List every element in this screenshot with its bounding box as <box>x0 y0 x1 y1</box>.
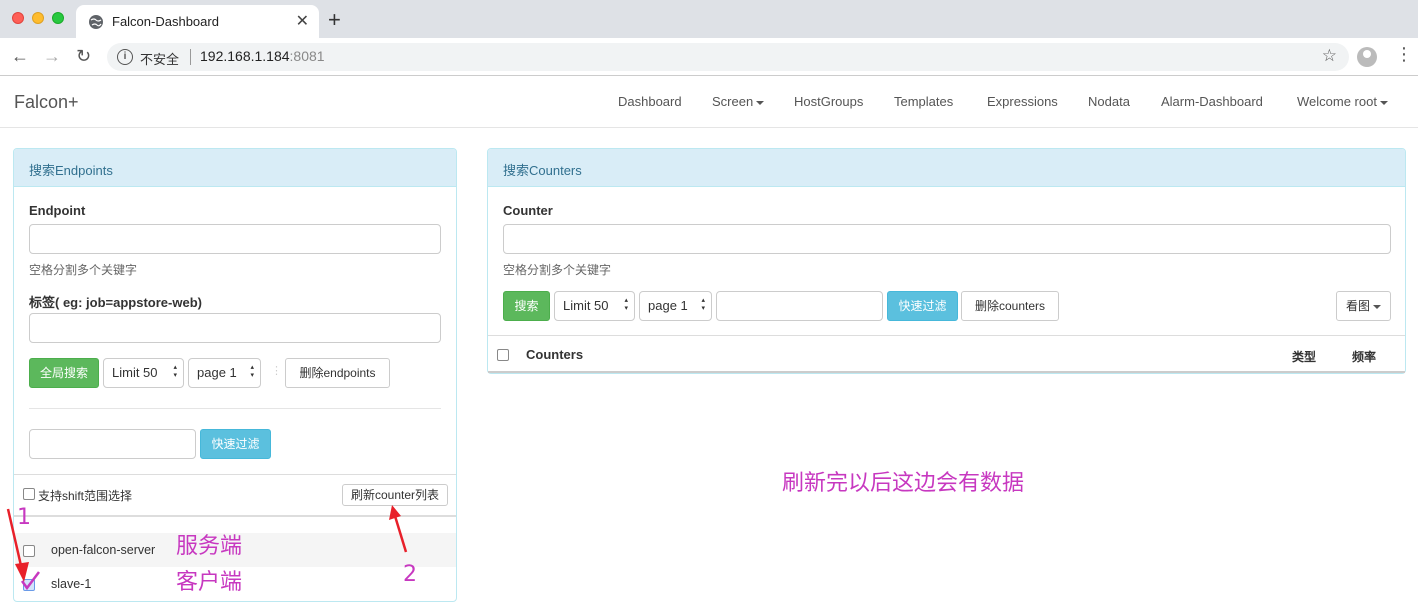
close-icon[interactable]: ✕ <box>296 11 309 31</box>
nav-expressions[interactable]: Expressions <box>987 94 1058 109</box>
counters-panel-title: 搜索Counters <box>488 149 1405 187</box>
app-navbar: Falcon+ Dashboard Screen HostGroups Temp… <box>0 77 1418 128</box>
endpoint-page-select[interactable]: page 1 <box>188 358 261 388</box>
url-text[interactable]: 192.168.1.184:8081 <box>200 48 325 64</box>
endpoint-limit-select[interactable]: Limit 50 <box>103 358 184 388</box>
search-all-button[interactable]: 全局搜索 <box>29 358 99 388</box>
address-bar-row: ← → ↻ i 不安全 192.168.1.184:8081 ☆ <box>0 38 1418 76</box>
url-port: :8081 <box>289 48 325 64</box>
annotation-marker-1: 1 <box>17 505 31 530</box>
browser-tab-bar: Falcon-Dashboard ✕ + <box>0 0 1418 38</box>
profile-avatar-icon[interactable] <box>1357 47 1377 67</box>
globe-icon <box>89 15 103 29</box>
kebab-menu-icon[interactable]: ⋮ <box>1395 44 1413 65</box>
window-minimize-button[interactable] <box>32 12 44 24</box>
endpoint-help-text: 空格分割多个关键字 <box>29 263 138 277</box>
nav-dashboard[interactable]: Dashboard <box>618 94 682 109</box>
omnibox-divider <box>190 49 191 65</box>
view-chart-label: 看图 <box>1345 299 1370 313</box>
divider <box>14 474 456 475</box>
refresh-counter-list-button[interactable]: 刷新counter列表 <box>342 484 448 506</box>
counter-limit-select[interactable]: Limit 50 <box>554 291 635 321</box>
window-close-button[interactable] <box>12 12 24 24</box>
endpoint-name: open-falcon-server <box>51 543 156 557</box>
nav-user-label: Welcome root <box>1297 94 1377 109</box>
delete-counters-button[interactable]: 删除counters <box>961 291 1059 321</box>
info-icon[interactable]: i <box>117 49 133 65</box>
endpoint-filter-input[interactable] <box>29 429 196 459</box>
endpoint-checkbox[interactable] <box>23 579 35 591</box>
star-icon[interactable]: ☆ <box>1322 46 1337 66</box>
url-host: 192.168.1.184 <box>200 48 290 64</box>
endpoint-quick-filter-button[interactable]: 快速过滤 <box>200 429 271 459</box>
browser-tab[interactable]: Falcon-Dashboard ✕ <box>76 5 319 38</box>
counter-quick-filter-button[interactable]: 快速过滤 <box>887 291 958 321</box>
endpoint-checkbox[interactable] <box>23 545 35 557</box>
counter-filter-input[interactable] <box>716 291 883 321</box>
counter-help-text: 空格分割多个关键字 <box>503 263 612 277</box>
caret-down-icon <box>756 100 765 105</box>
nav-screen-label: Screen <box>712 94 754 109</box>
counters-panel: 搜索Counters Counter 空格分割多个关键字 搜索 Limit 50… <box>487 148 1406 374</box>
endpoint-label: Endpoint <box>29 203 86 218</box>
counter-label: Counter <box>503 203 553 218</box>
url-omnibox[interactable]: i 不安全 192.168.1.184:8081 ☆ <box>107 43 1349 71</box>
tag-label: 标签( eg: job=appstore-web) <box>29 295 202 310</box>
counter-search-button[interactable]: 搜索 <box>503 291 550 321</box>
annotation-server-note: 服务端 <box>176 534 243 559</box>
window-zoom-button[interactable] <box>52 12 64 24</box>
back-arrow-icon[interactable]: ← <box>11 46 29 67</box>
shift-select-checkbox[interactable] <box>23 488 35 500</box>
shift-select-label: 支持shift范围选择 <box>38 489 133 503</box>
type-column-header: 类型 <box>1292 350 1317 364</box>
annotation-data-note: 刷新完以后这边会有数据 <box>782 471 1025 496</box>
tab-title: Falcon-Dashboard <box>112 14 219 29</box>
nav-user-menu[interactable]: Welcome root <box>1297 94 1388 109</box>
counter-input[interactable] <box>503 224 1391 254</box>
caret-down-icon <box>1373 304 1381 309</box>
nav-templates[interactable]: Templates <box>894 94 953 109</box>
counters-select-all-checkbox[interactable] <box>497 349 509 361</box>
brand-logo[interactable]: Falcon+ <box>14 92 79 113</box>
delete-endpoints-button[interactable]: 删除endpoints <box>285 358 390 388</box>
counters-column-header: Counters <box>526 347 584 362</box>
nav-nodata[interactable]: Nodata <box>1088 94 1130 109</box>
endpoint-name: slave-1 <box>51 577 92 591</box>
tag-input[interactable] <box>29 313 441 343</box>
nav-hostgroups[interactable]: HostGroups <box>794 94 863 109</box>
nav-screen[interactable]: Screen <box>712 94 765 109</box>
divider <box>29 408 441 409</box>
divider <box>14 515 456 517</box>
caret-down-icon <box>1379 100 1388 105</box>
drag-handle-icon: ⋮ <box>271 365 282 377</box>
divider <box>488 371 1405 373</box>
divider <box>488 335 1405 336</box>
annotation-client-note: 客户端 <box>176 570 243 595</box>
forward-arrow-icon[interactable]: → <box>43 46 61 67</box>
annotation-marker-2: 2 <box>403 562 417 587</box>
security-label: 不安全 <box>140 52 180 67</box>
view-chart-button[interactable]: 看图 <box>1336 291 1391 321</box>
endpoint-input[interactable] <box>29 224 441 254</box>
reload-icon[interactable]: ↻ <box>76 46 91 67</box>
frequency-column-header: 频率 <box>1352 350 1377 364</box>
endpoints-panel-title: 搜索Endpoints <box>14 149 456 187</box>
new-tab-button[interactable]: + <box>328 7 341 33</box>
nav-alarm-dashboard[interactable]: Alarm-Dashboard <box>1161 94 1263 109</box>
counter-page-select[interactable]: page 1 <box>639 291 712 321</box>
